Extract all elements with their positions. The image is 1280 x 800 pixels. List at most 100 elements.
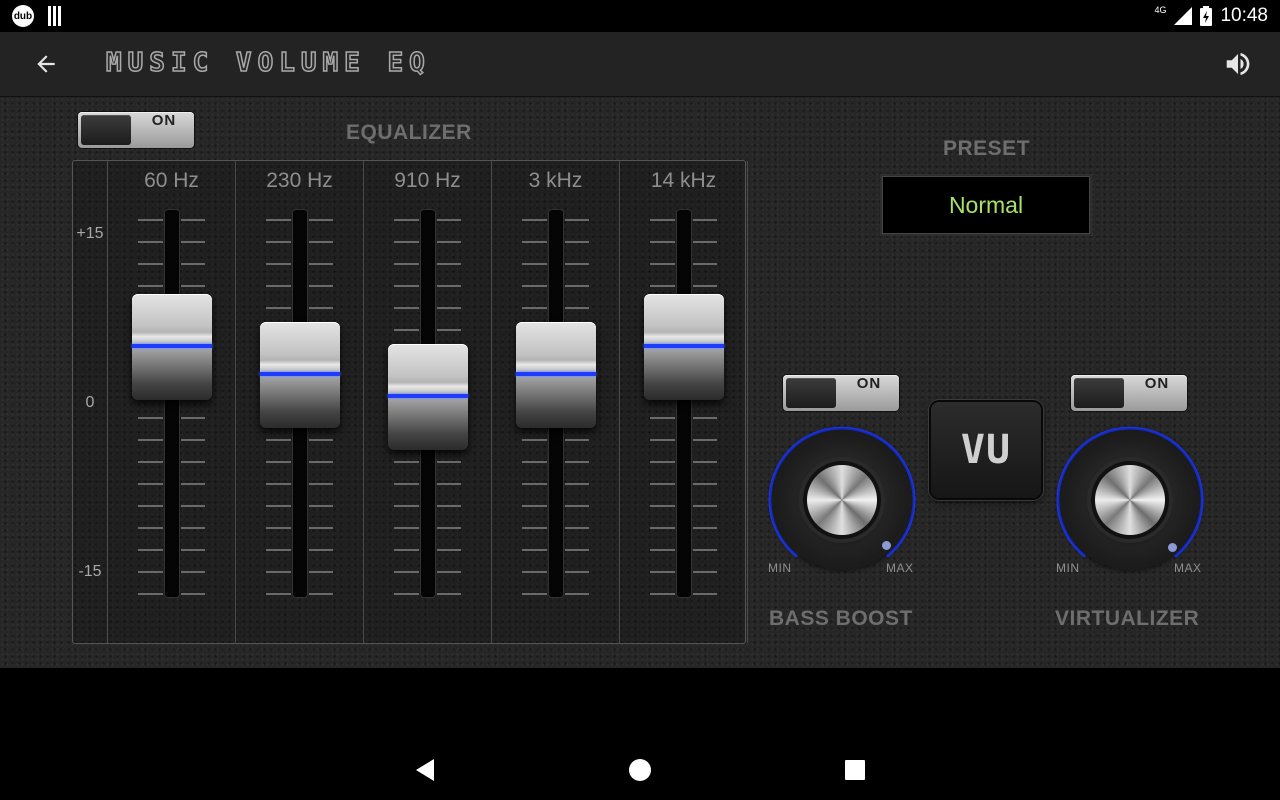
status-bar: dub 4G 10:48 <box>0 0 1280 32</box>
preset-selector[interactable]: Normal <box>882 176 1090 234</box>
speaker-volume-icon <box>1226 53 1250 75</box>
eq-scale-tick <box>437 527 461 529</box>
eq-scale-tick <box>181 263 205 265</box>
eq-scale-tick <box>693 439 717 441</box>
eq-scale-tick <box>650 439 675 441</box>
eq-slider-thumb[interactable] <box>644 293 724 400</box>
bass-boost-knob[interactable] <box>764 422 920 578</box>
eq-scale-tick <box>693 483 717 485</box>
eq-band: 60 Hz <box>108 161 236 643</box>
eq-scale-tick <box>394 307 419 309</box>
eq-scale-tick <box>266 593 291 595</box>
eq-scale-tick <box>693 461 717 463</box>
eq-scale-tick <box>522 241 547 243</box>
eq-scale-tick <box>266 263 291 265</box>
equalizer-toggle[interactable]: ON <box>78 112 194 148</box>
eq-scale-tick <box>266 285 291 287</box>
eq-scale-tick <box>693 219 717 221</box>
eq-scale-tick <box>309 483 333 485</box>
eq-scale-tick <box>650 593 675 595</box>
toggle-knob <box>81 115 131 145</box>
eq-scale-tick <box>394 461 419 463</box>
eq-slider-thumb[interactable] <box>516 321 596 428</box>
eq-scale-tick <box>437 461 461 463</box>
preset-label: PRESET <box>943 137 1031 160</box>
eq-scale-tick <box>693 263 717 265</box>
eq-scale-tick <box>138 483 163 485</box>
nav-recents-button[interactable] <box>840 755 870 785</box>
eq-scale-tick <box>394 241 419 243</box>
eq-slider-track[interactable] <box>677 210 691 597</box>
eq-scale-tick <box>565 527 589 529</box>
eq-scale-tick <box>138 593 163 595</box>
virtualizer-knob[interactable] <box>1052 422 1208 578</box>
eq-scale-tick <box>522 307 547 309</box>
clock: 10:48 <box>1220 5 1268 26</box>
eq-scale-tick <box>181 593 205 595</box>
volume-button[interactable] <box>1218 44 1258 84</box>
eq-scale-tick <box>181 417 205 419</box>
eq-scale-tick <box>138 439 163 441</box>
eq-scale-tick <box>650 285 675 287</box>
eq-scale-tick <box>437 307 461 309</box>
eq-scale-tick <box>437 285 461 287</box>
eq-scale-tick <box>565 505 589 507</box>
eq-scale-tick <box>138 285 163 287</box>
eq-slider-thumb[interactable] <box>388 344 468 451</box>
eq-scale-tick <box>650 549 675 551</box>
eq-scale-tick <box>266 219 291 221</box>
eq-scale-tick <box>394 329 419 331</box>
eq-scale-tick <box>309 549 333 551</box>
bass-boost-min-label: MIN <box>768 561 792 575</box>
eq-slider-thumb[interactable] <box>260 321 340 428</box>
eq-scale-tick <box>437 571 461 573</box>
eq-scale-tick <box>693 241 717 243</box>
eq-scale-tick <box>565 219 589 221</box>
eq-slider-indicator-line <box>132 343 212 348</box>
eq-scale-tick <box>266 527 291 529</box>
eq-scale-tick <box>309 593 333 595</box>
app-bar: MUSIC VOLUME EQ <box>0 32 1280 98</box>
bass-boost-toggle[interactable]: ON <box>783 375 899 411</box>
eq-scale-tick <box>266 439 291 441</box>
eq-scale-tick <box>565 285 589 287</box>
eq-slider-indicator-line <box>260 371 340 376</box>
main-panel: ON EQUALIZER +15 0 -15 60 Hz 230 Hz 910 Hz… <box>0 97 1280 668</box>
eq-slider-track[interactable] <box>165 210 179 597</box>
back-button[interactable] <box>26 44 66 84</box>
eq-scale-tick <box>650 461 675 463</box>
nav-back-button[interactable] <box>410 755 440 785</box>
eq-scale-tick <box>309 263 333 265</box>
eq-scale-tick <box>565 593 589 595</box>
eq-scale-tick <box>522 461 547 463</box>
eq-band: 910 Hz <box>364 161 492 643</box>
eq-slider-thumb[interactable] <box>132 293 212 400</box>
eq-scale-tick <box>266 241 291 243</box>
network-type: 4G <box>1154 5 1167 15</box>
eq-scale-tick <box>394 505 419 507</box>
dub-app-icon: dub <box>12 5 34 27</box>
bass-boost-label: BASS BOOST <box>769 607 913 630</box>
eq-scale-tick <box>181 219 205 221</box>
eq-scale-tick <box>309 285 333 287</box>
eq-scale-tick <box>437 219 461 221</box>
nav-home-button[interactable] <box>625 755 655 785</box>
eq-scale-tick <box>522 285 547 287</box>
eq-scale-tick <box>309 439 333 441</box>
eq-scale-tick <box>181 241 205 243</box>
eq-scale-tick <box>138 219 163 221</box>
virtualizer-min-label: MIN <box>1056 561 1080 575</box>
eq-scale-tick <box>522 439 547 441</box>
eq-scale-tick <box>437 241 461 243</box>
virtualizer-toggle[interactable]: ON <box>1071 375 1187 411</box>
vu-button[interactable]: VU <box>931 402 1041 498</box>
eq-scale-tick <box>437 505 461 507</box>
eq-scale-tick <box>565 571 589 573</box>
app-title: MUSIC VOLUME EQ <box>105 47 431 79</box>
eq-scale-tick <box>309 219 333 221</box>
eq-scale-tick <box>565 263 589 265</box>
dub-badge-text: dub <box>13 10 33 22</box>
equalizer-label: EQUALIZER <box>346 121 472 144</box>
eq-scale-tick <box>693 527 717 529</box>
eq-scale-tick <box>266 483 291 485</box>
